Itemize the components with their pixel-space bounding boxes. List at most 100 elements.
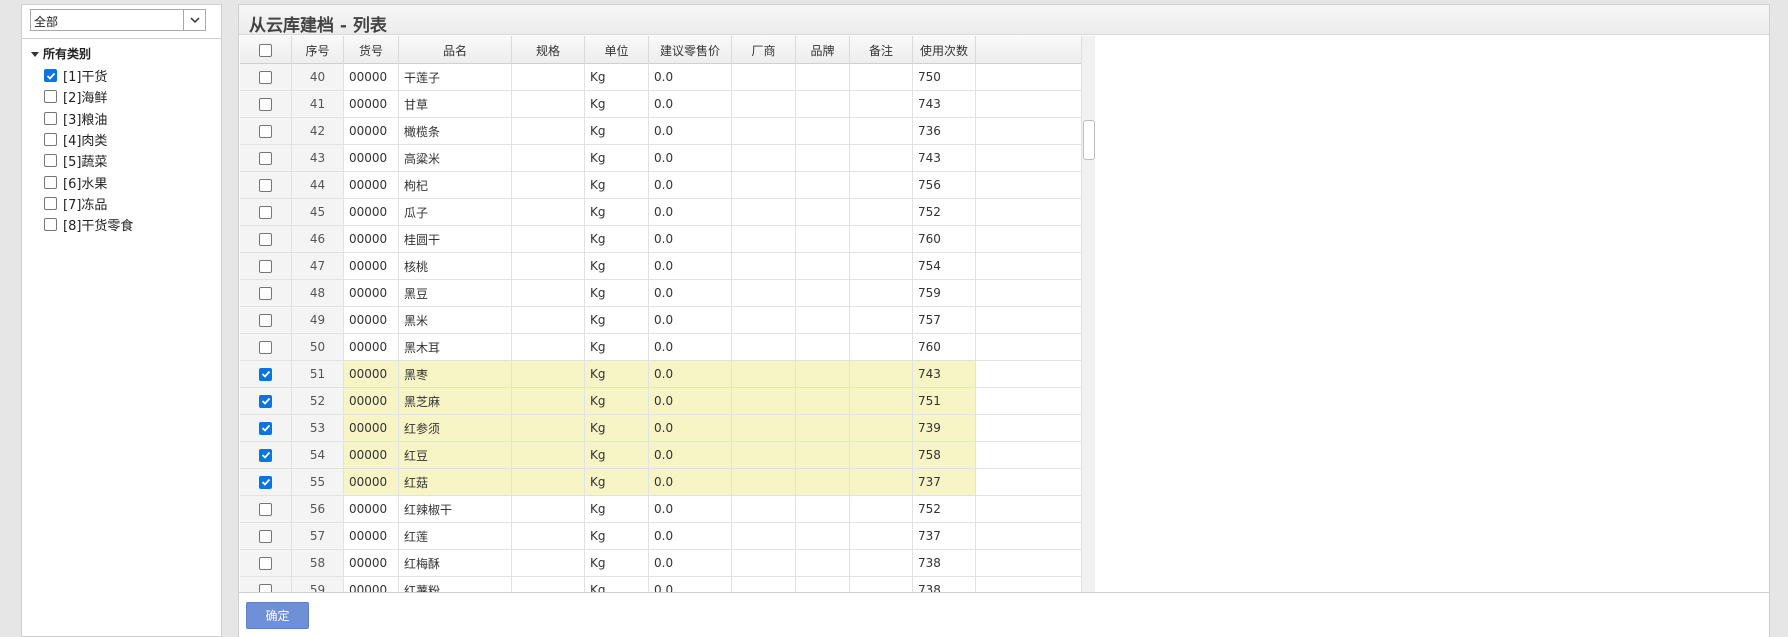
row-checkbox[interactable] <box>259 286 272 300</box>
tree-item[interactable]: [5]蔬菜 <box>44 150 133 171</box>
table-row[interactable]: 58 00000 红梅酥 Kg 0.0 738 <box>240 550 1081 577</box>
column-header[interactable]: 货号 <box>344 36 399 64</box>
vertical-scrollbar[interactable] <box>1081 36 1095 592</box>
tree-item[interactable]: [6]水果 <box>44 171 133 192</box>
column-header[interactable]: 备注 <box>850 36 913 64</box>
confirm-button[interactable]: 确定 <box>246 602 309 629</box>
table-row[interactable]: 53 00000 红参须 Kg 0.0 739 <box>240 415 1081 442</box>
chevron-down-icon[interactable] <box>183 10 205 30</box>
tree-item[interactable]: [8]干货零食 <box>44 214 133 235</box>
row-select-cell[interactable] <box>240 415 292 441</box>
column-header[interactable]: 品名 <box>399 36 512 64</box>
table-row[interactable]: 41 00000 甘草 Kg 0.0 743 <box>240 91 1081 118</box>
row-select-cell[interactable] <box>240 469 292 495</box>
row-select-cell[interactable] <box>240 199 292 225</box>
tree-item-checkbox[interactable] <box>44 218 57 232</box>
row-select-cell[interactable] <box>240 334 292 360</box>
column-header[interactable]: 品牌 <box>796 36 850 64</box>
grid-body[interactable]: 40 00000 干莲子 Kg 0.0 750 41 00000 甘草 Kg 0.0 743 42 000… <box>240 64 1081 592</box>
table-row[interactable]: 52 00000 黑芝麻 Kg 0.0 751 <box>240 388 1081 415</box>
tree-item-label: [7]冻品 <box>63 197 108 213</box>
row-select-cell[interactable] <box>240 172 292 198</box>
table-row[interactable]: 44 00000 枸杞 Kg 0.0 756 <box>240 172 1081 199</box>
tree-item-checkbox[interactable] <box>44 69 57 83</box>
row-checkbox[interactable] <box>259 259 272 273</box>
column-header[interactable]: 使用次数 <box>913 36 976 64</box>
row-checkbox[interactable] <box>259 421 272 435</box>
row-checkbox[interactable] <box>259 232 272 246</box>
row-select-cell[interactable] <box>240 550 292 576</box>
table-row[interactable]: 59 00000 红薯粉 Kg 0.0 738 <box>240 577 1081 592</box>
row-checkbox[interactable] <box>259 583 272 592</box>
table-row[interactable]: 55 00000 红菇 Kg 0.0 737 <box>240 469 1081 496</box>
tree-item[interactable]: [7]冻品 <box>44 193 133 214</box>
column-header[interactable]: 单位 <box>585 36 649 64</box>
table-row[interactable]: 40 00000 干莲子 Kg 0.0 750 <box>240 64 1081 91</box>
tree-item-checkbox[interactable] <box>44 133 57 147</box>
tree-item[interactable]: [4]肉类 <box>44 129 133 150</box>
row-checkbox[interactable] <box>259 367 272 381</box>
tree-item-checkbox[interactable] <box>44 175 57 189</box>
row-select-cell[interactable] <box>240 145 292 171</box>
caret-down-icon[interactable] <box>30 49 40 59</box>
table-row[interactable]: 43 00000 高粱米 Kg 0.0 743 <box>240 145 1081 172</box>
table-row[interactable]: 42 00000 橄榄条 Kg 0.0 736 <box>240 118 1081 145</box>
scrollbar-thumb[interactable] <box>1083 120 1095 160</box>
tree-item-checkbox[interactable] <box>44 90 57 104</box>
column-header[interactable]: 厂商 <box>732 36 796 64</box>
row-select-cell[interactable] <box>240 442 292 468</box>
tree-item-checkbox[interactable] <box>44 196 57 210</box>
row-checkbox[interactable] <box>259 448 272 462</box>
row-checkbox[interactable] <box>259 205 272 219</box>
row-select-cell[interactable] <box>240 91 292 117</box>
row-select-cell[interactable] <box>240 226 292 252</box>
table-row[interactable]: 54 00000 红豆 Kg 0.0 758 <box>240 442 1081 469</box>
tree-item[interactable]: [2]海鲜 <box>44 86 133 107</box>
row-checkbox[interactable] <box>259 313 272 327</box>
row-checkbox[interactable] <box>259 340 272 354</box>
tree-root-all-categories[interactable]: 所有类别 <box>30 45 91 62</box>
row-checkbox[interactable] <box>259 70 272 84</box>
row-checkbox[interactable] <box>259 151 272 165</box>
category-filter-select[interactable]: 全部 <box>30 9 206 31</box>
app-root: 全部 所有类别 [1]干货 [2]海鲜 [3]粮油 [4]肉类 [5]蔬菜 [6]水果 [7… <box>0 0 1788 637</box>
row-select-cell[interactable] <box>240 280 292 306</box>
table-row[interactable]: 49 00000 黑米 Kg 0.0 757 <box>240 307 1081 334</box>
row-select-cell[interactable] <box>240 307 292 333</box>
table-row[interactable]: 47 00000 核桃 Kg 0.0 754 <box>240 253 1081 280</box>
column-header[interactable]: 序号 <box>292 36 344 64</box>
row-select-cell[interactable] <box>240 253 292 279</box>
row-checkbox[interactable] <box>259 556 272 570</box>
row-select-cell[interactable] <box>240 388 292 414</box>
row-checkbox[interactable] <box>259 178 272 192</box>
row-select-cell[interactable] <box>240 64 292 90</box>
row-select-cell[interactable] <box>240 118 292 144</box>
table-row[interactable]: 45 00000 瓜子 Kg 0.0 752 <box>240 199 1081 226</box>
column-header[interactable]: 规格 <box>512 36 585 64</box>
table-row[interactable]: 56 00000 红辣椒干 Kg 0.0 752 <box>240 496 1081 523</box>
row-select-cell[interactable] <box>240 361 292 387</box>
table-row[interactable]: 57 00000 红莲 Kg 0.0 737 <box>240 523 1081 550</box>
row-select-cell[interactable] <box>240 577 292 592</box>
cell-price: 0.0 <box>649 577 732 592</box>
row-checkbox[interactable] <box>259 502 272 516</box>
row-checkbox[interactable] <box>259 394 272 408</box>
row-checkbox[interactable] <box>259 529 272 543</box>
row-checkbox[interactable] <box>259 124 272 138</box>
table-row[interactable]: 50 00000 黑木耳 Kg 0.0 760 <box>240 334 1081 361</box>
tree-item-checkbox[interactable] <box>44 111 57 125</box>
tree-item-checkbox[interactable] <box>44 154 57 168</box>
table-row[interactable]: 51 00000 黑枣 Kg 0.0 743 <box>240 361 1081 388</box>
row-select-cell[interactable] <box>240 523 292 549</box>
tree-item[interactable]: [1]干货 <box>44 65 133 86</box>
row-checkbox[interactable] <box>259 475 272 489</box>
row-select-cell[interactable] <box>240 496 292 522</box>
select-all-checkbox[interactable] <box>259 43 272 57</box>
tree-item[interactable]: [3]粮油 <box>44 108 133 129</box>
cell-unit: Kg <box>585 442 649 468</box>
table-row[interactable]: 46 00000 桂圆干 Kg 0.0 760 <box>240 226 1081 253</box>
table-row[interactable]: 48 00000 黑豆 Kg 0.0 759 <box>240 280 1081 307</box>
header-select-all[interactable] <box>240 36 292 64</box>
row-checkbox[interactable] <box>259 97 272 111</box>
column-header[interactable]: 建议零售价 <box>649 36 732 64</box>
